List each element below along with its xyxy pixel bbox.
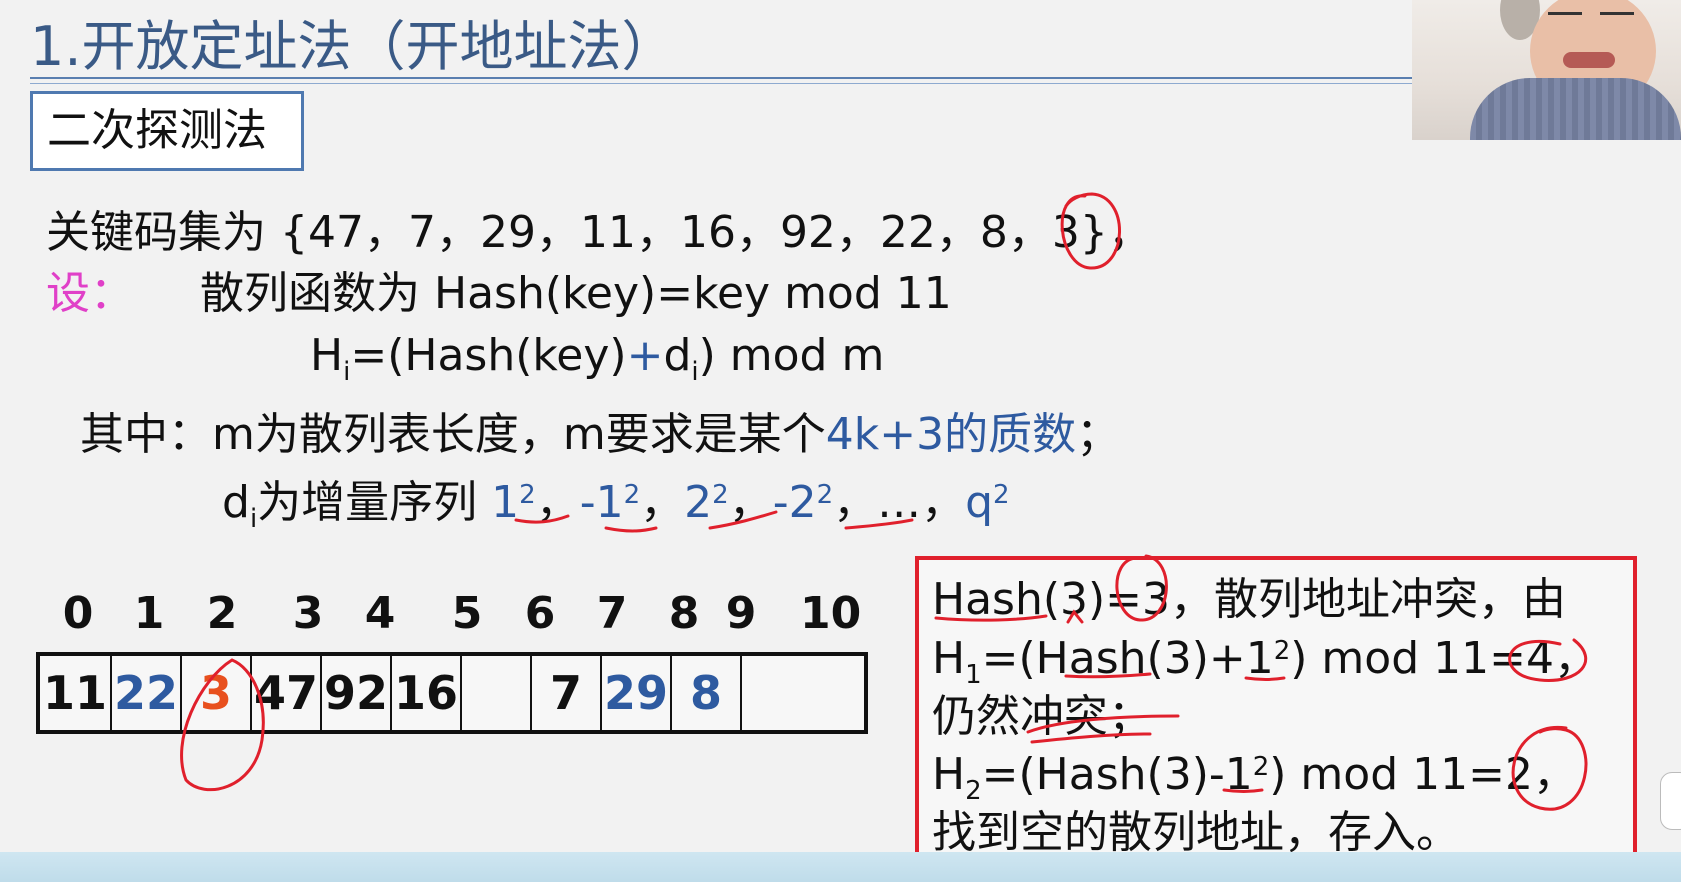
ink-caret xyxy=(1066,609,1084,624)
ink-underline-seq-4 xyxy=(844,518,914,530)
ink-underline-one-h1 xyxy=(1244,676,1286,681)
ink-circle-hash-3 xyxy=(1115,554,1168,622)
ink-underline-conflict xyxy=(1030,732,1152,744)
ink-circle-slot-2 xyxy=(180,658,265,792)
ink-strike-conflict xyxy=(1026,714,1180,734)
ink-circle-4 xyxy=(1508,638,1588,682)
ink-underline-hash-h1 xyxy=(1064,672,1152,679)
ink-circle-2 xyxy=(1511,726,1588,811)
ink-underline-one-h2 xyxy=(1222,788,1264,793)
ink-underline-seq-3 xyxy=(708,510,778,530)
ink-underline-hash xyxy=(934,614,1048,622)
handwritten-annotations xyxy=(180,192,1588,811)
ink-underline-seq-2 xyxy=(604,526,658,533)
ink-underline-seq-1 xyxy=(514,514,570,524)
ink-circle-key-3 xyxy=(1060,192,1121,270)
